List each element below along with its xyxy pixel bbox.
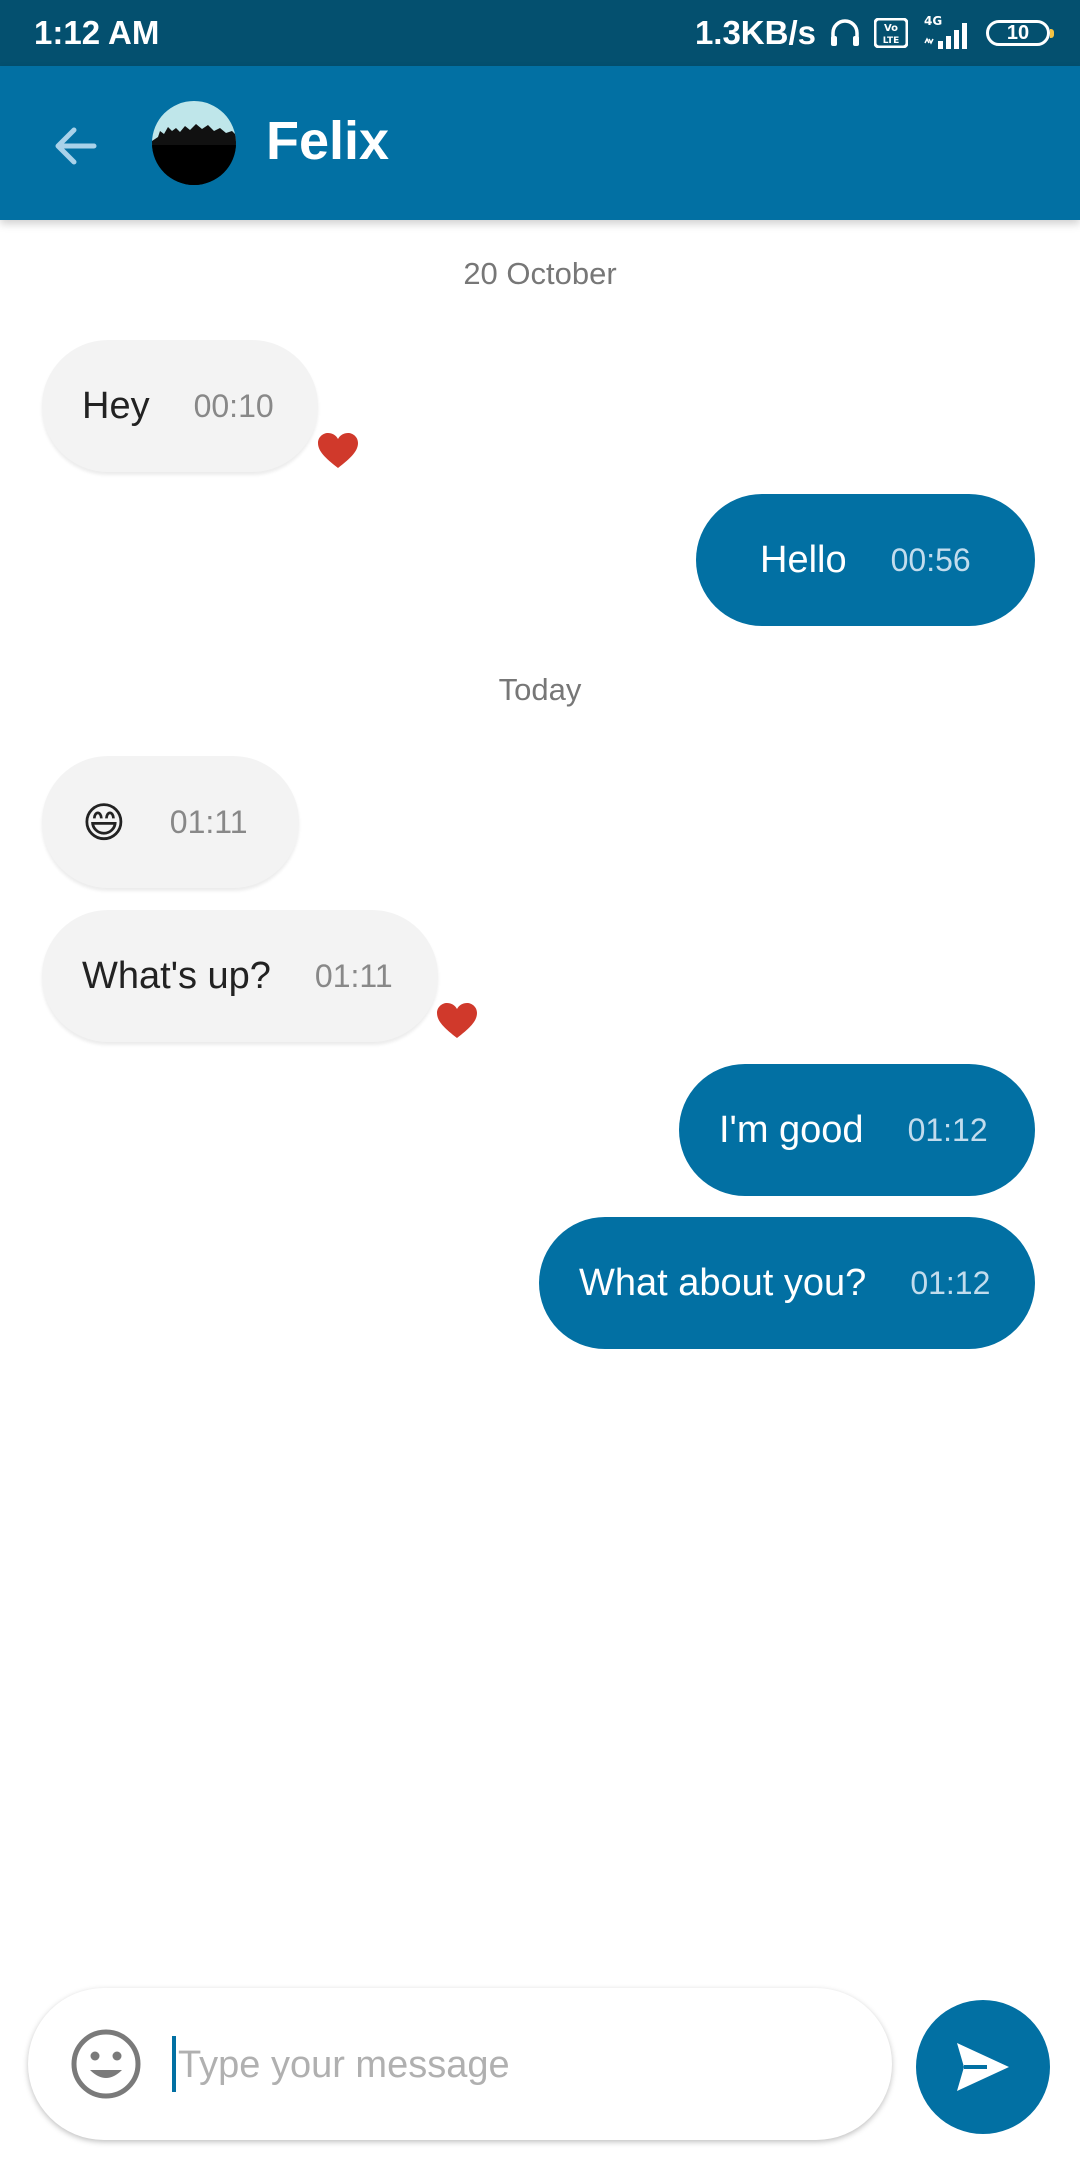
heart-icon[interactable] [436, 1002, 478, 1040]
chat-header: Felix [0, 66, 1080, 220]
smiley-icon [71, 2029, 141, 2099]
volte-icon: Vo LTE [874, 18, 908, 48]
message-time: 01:12 [907, 1111, 988, 1148]
message-time: 01:11 [314, 957, 393, 994]
battery-icon: 10 [986, 20, 1054, 46]
back-button[interactable] [46, 116, 106, 176]
date-separator: Today [498, 672, 582, 707]
send-button[interactable] [916, 2000, 1050, 2134]
contact-name[interactable]: Felix [266, 110, 389, 172]
headphones-icon [828, 16, 862, 50]
message-text: Hey [82, 384, 150, 427]
status-bar: 1:12 AM 1.3KB/s Vo LTE 4G 10 [0, 0, 1080, 66]
arrow-left-icon [55, 127, 97, 165]
outgoing-message-bubble[interactable]: I'm good 01:12 [679, 1064, 1035, 1196]
message-time: 01:11 [169, 803, 248, 840]
network-type: 4G [924, 14, 942, 28]
send-icon [957, 2043, 1009, 2091]
date-separator: 20 October [463, 256, 617, 291]
incoming-message-bubble[interactable]: What's up? 01:11 [42, 910, 438, 1042]
message-composer [28, 1988, 892, 2140]
message-input[interactable] [176, 2026, 860, 2104]
battery-level: 10 [1006, 21, 1030, 44]
svg-text:LTE: LTE [883, 36, 900, 46]
status-time: 1:12 AM [34, 14, 160, 51]
incoming-message-bubble[interactable]: 😄 01:11 [42, 756, 299, 888]
message-text: 😄 [82, 798, 126, 846]
message-time: 00:56 [890, 541, 971, 578]
contact-avatar[interactable] [152, 101, 236, 185]
message-text: I'm good [719, 1108, 864, 1151]
emoji-button[interactable] [70, 2028, 142, 2100]
svg-text:Vo: Vo [884, 23, 898, 34]
outgoing-message-bubble[interactable]: What about you? 01:12 [539, 1217, 1035, 1349]
message-time: 01:12 [910, 1264, 991, 1301]
incoming-message-bubble[interactable]: Hey 00:10 [42, 340, 318, 472]
network-speed: 1.3KB/s [694, 14, 816, 51]
status-icons: 1.3KB/s Vo LTE 4G 10 [694, 10, 1054, 56]
heart-icon[interactable] [317, 432, 359, 470]
message-text: Hello [760, 538, 847, 581]
message-text: What about you? [579, 1261, 867, 1304]
message-time: 00:10 [193, 387, 274, 424]
signal-icon: 4G [920, 13, 974, 53]
outgoing-message-bubble[interactable]: Hello 00:56 [696, 494, 1035, 626]
message-text: What's up? [82, 954, 271, 997]
